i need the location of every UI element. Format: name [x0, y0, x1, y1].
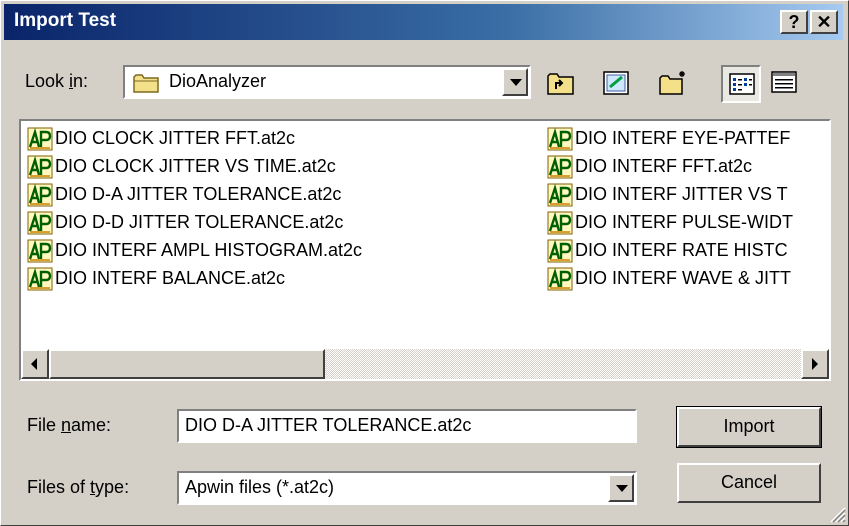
file-list[interactable]: DIO CLOCK JITTER FFT.at2c DIO CLOCK JITTE…	[19, 119, 831, 381]
details-view-button[interactable]	[765, 65, 805, 103]
scroll-thumb[interactable]	[49, 349, 325, 379]
create-new-folder-icon	[659, 71, 685, 95]
file-name-label: File name:	[27, 415, 112, 435]
resize-grip-icon[interactable]	[828, 505, 846, 523]
file-name-text: DIO INTERF BALANCE.at2c	[55, 268, 286, 288]
details-view-icon	[771, 71, 797, 93]
title-bar[interactable]: Import Test ? ✕	[4, 4, 843, 40]
apwin-file-icon	[547, 183, 573, 207]
file-type-select[interactable]: Apwin files (*.at2c)	[177, 471, 637, 505]
apwin-file-icon	[547, 211, 573, 235]
file-list-item[interactable]: DIO INTERF BALANCE.at2c	[21, 265, 533, 293]
file-type-label: Files of type:	[27, 477, 130, 497]
apwin-file-icon	[547, 239, 573, 263]
import-dialog: Import Test ? ✕ Look in: DioAnalyzer DIO…	[0, 0, 849, 526]
file-name-text: DIO CLOCK JITTER FFT.at2c	[55, 128, 296, 148]
desktop-button[interactable]	[597, 65, 637, 103]
scroll-right-button[interactable]	[801, 349, 829, 379]
scroll-left-icon	[31, 358, 37, 370]
apwin-file-icon	[27, 127, 53, 151]
file-list-item[interactable]: DIO INTERF AMPL HISTOGRAM.at2c	[21, 237, 533, 265]
apwin-file-icon	[27, 183, 53, 207]
look-in-combo[interactable]: DioAnalyzer	[123, 65, 531, 99]
apwin-file-icon	[27, 211, 53, 235]
file-list-item[interactable]: DIO INTERF RATE HISTC	[541, 237, 829, 265]
file-list-item[interactable]: DIO CLOCK JITTER VS TIME.at2c	[21, 153, 533, 181]
cancel-button[interactable]: Cancel	[677, 463, 821, 503]
apwin-file-icon	[547, 155, 573, 179]
file-type-value: Apwin files (*.at2c)	[185, 477, 335, 497]
scroll-left-button[interactable]	[21, 349, 49, 379]
file-list-item[interactable]: DIO INTERF PULSE-WIDT	[541, 209, 829, 237]
file-name-text: DIO INTERF FFT.at2c	[575, 156, 753, 176]
file-list-item[interactable]: DIO D-A JITTER TOLERANCE.at2c	[21, 181, 533, 209]
desktop-icon	[603, 71, 629, 95]
file-name-text: DIO CLOCK JITTER VS TIME.at2c	[55, 156, 336, 176]
file-list-item[interactable]: DIO INTERF FFT.at2c	[541, 153, 829, 181]
window-title: Import Test	[14, 10, 117, 31]
help-button[interactable]: ?	[780, 10, 808, 34]
file-name-text: DIO INTERF AMPL HISTOGRAM.at2c	[55, 240, 363, 260]
up-folder-icon	[547, 73, 574, 95]
file-list-item[interactable]: DIO INTERF WAVE & JITT	[541, 265, 829, 293]
look-in-value: DioAnalyzer	[169, 71, 267, 91]
file-name-text: DIO INTERF WAVE & JITT	[575, 268, 791, 288]
file-name-input[interactable]: DIO D-A JITTER TOLERANCE.at2c	[177, 409, 637, 443]
apwin-file-icon	[27, 267, 53, 291]
file-list-item[interactable]: DIO CLOCK JITTER FFT.at2c	[21, 125, 533, 153]
close-icon: ✕	[816, 12, 832, 32]
close-button[interactable]: ✕	[810, 10, 838, 34]
file-list-item[interactable]: DIO INTERF EYE-PATTEF	[541, 125, 829, 153]
look-in-dropdown-button[interactable]	[502, 68, 528, 96]
folder-icon	[133, 74, 159, 93]
chevron-down-icon	[510, 79, 522, 86]
list-view-button[interactable]	[721, 65, 761, 103]
scroll-right-icon	[812, 358, 818, 370]
file-name-text: DIO INTERF EYE-PATTEF	[575, 128, 791, 148]
file-type-dropdown-button[interactable]	[608, 474, 634, 502]
file-list-item[interactable]: DIO INTERF JITTER VS T	[541, 181, 829, 209]
apwin-file-icon	[27, 155, 53, 179]
apwin-file-icon	[547, 267, 573, 291]
file-name-text: DIO INTERF RATE HISTC	[575, 240, 788, 260]
chevron-down-icon	[616, 485, 628, 492]
apwin-file-icon	[547, 127, 573, 151]
horizontal-scrollbar[interactable]	[21, 349, 829, 379]
file-name-text: DIO INTERF PULSE-WIDT	[575, 212, 794, 232]
file-name-text: DIO D-A JITTER TOLERANCE.at2c	[55, 184, 342, 204]
file-name-text: DIO INTERF JITTER VS T	[575, 184, 788, 204]
create-new-folder-button[interactable]	[653, 65, 693, 103]
look-in-label: Look in:	[25, 71, 89, 91]
up-one-level-button[interactable]	[541, 65, 581, 103]
file-list-item[interactable]: DIO D-D JITTER TOLERANCE.at2c	[21, 209, 533, 237]
file-name-text: DIO D-D JITTER TOLERANCE.at2c	[55, 212, 344, 232]
list-view-icon	[729, 73, 755, 95]
apwin-file-icon	[27, 239, 53, 263]
file-name-value: DIO D-A JITTER TOLERANCE.at2c	[185, 415, 472, 435]
file-column-1: DIO CLOCK JITTER FFT.at2c DIO CLOCK JITTE…	[21, 125, 533, 293]
file-column-2: DIO INTERF EYE-PATTEF DIO INTERF FFT.at2c…	[541, 125, 829, 293]
import-button[interactable]: Import	[676, 406, 822, 448]
